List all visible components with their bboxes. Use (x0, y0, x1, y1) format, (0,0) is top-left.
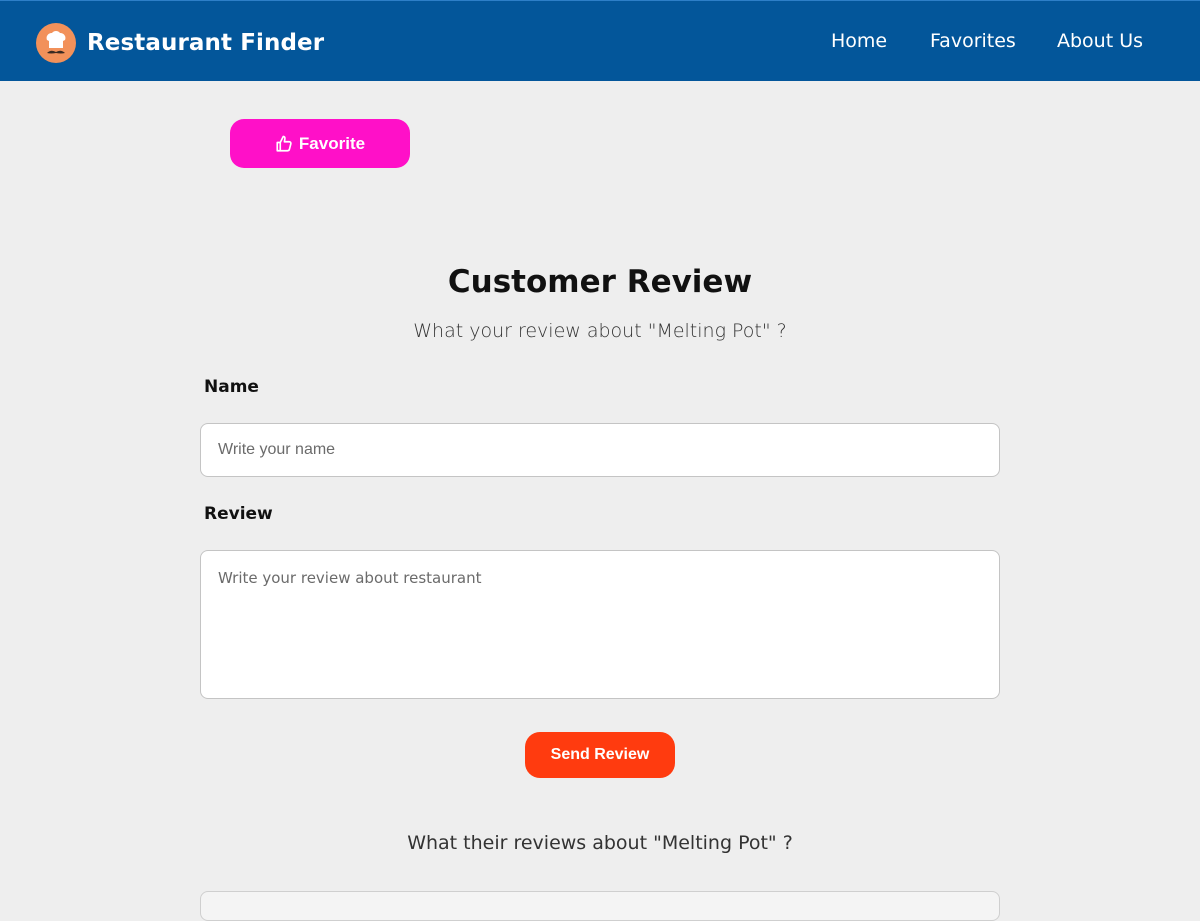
review-label: Review (204, 504, 273, 524)
review-card (200, 891, 1000, 921)
favorite-button-label: Favorite (298, 133, 366, 153)
review-textarea[interactable] (200, 550, 1000, 699)
nav-favorites-link[interactable]: Favorites (930, 30, 1016, 52)
brand-name: Restaurant Finder (87, 30, 325, 56)
name-label: Name (204, 377, 259, 397)
their-reviews-title: What their reviews about "Melting Pot" ? (407, 832, 793, 854)
favorite-button[interactable]: Favorite (230, 119, 410, 168)
chef-mustache-icon (36, 23, 76, 63)
send-review-button[interactable]: Send Review (525, 732, 675, 778)
nav-home-link[interactable]: Home (831, 30, 887, 52)
brand[interactable]: Restaurant Finder (35, 22, 324, 64)
review-form-subtitle: What your review about "Melting Pot" ? (413, 320, 787, 342)
name-input[interactable] (200, 423, 1000, 477)
thumbs-up-icon (276, 135, 292, 152)
top-navbar: Restaurant Finder Home Favorites About U… (0, 0, 1200, 81)
nav-about-us-link[interactable]: About Us (1057, 30, 1143, 52)
customer-review-title: Customer Review (447, 264, 753, 300)
